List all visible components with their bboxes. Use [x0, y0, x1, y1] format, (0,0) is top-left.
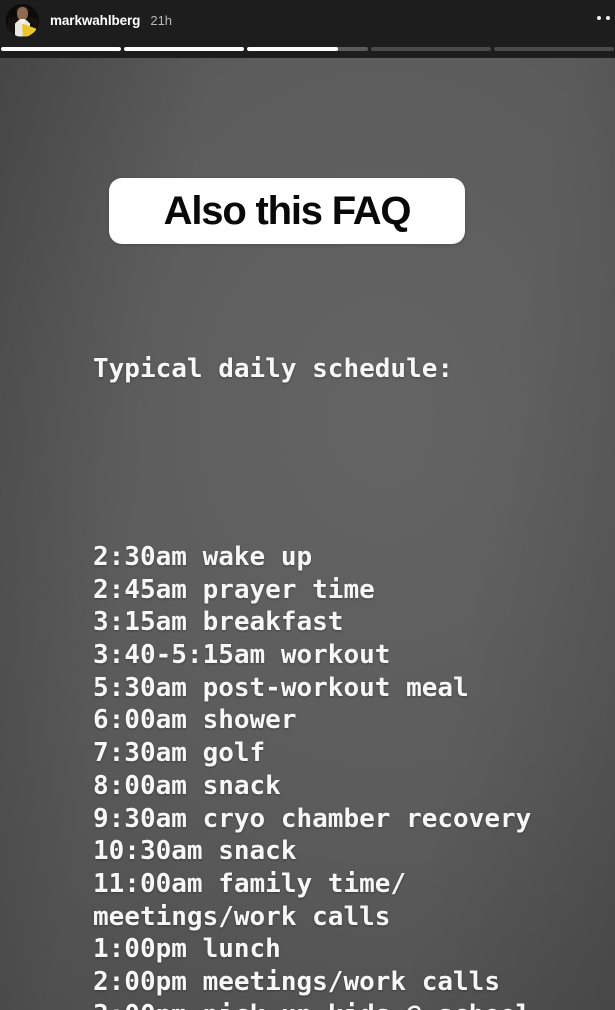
- progress-fill-1: [1, 47, 122, 51]
- story-author[interactable]: markwahlberg 21h: [6, 3, 172, 37]
- schedule-line: 11:00am family time/: [93, 868, 407, 899]
- schedule-line: 6:00am shower: [93, 705, 297, 736]
- progress-segment-2[interactable]: [124, 47, 245, 51]
- schedule-line: 2:30am wake up: [93, 541, 313, 572]
- schedule-line: 3:40-5:15am workout: [93, 640, 391, 671]
- more-dot-1: [597, 16, 601, 20]
- username-label[interactable]: markwahlberg: [50, 13, 140, 28]
- schedule-line: 5:30am post-workout meal: [93, 672, 469, 703]
- schedule-line: 3:15am breakfast: [93, 607, 344, 638]
- schedule-line: 10:30am snack: [93, 836, 297, 867]
- schedule-line: 3:00pm pick up kids @ school: [93, 999, 613, 1010]
- schedule-line: 7:30am golf: [93, 738, 266, 769]
- more-options-icon[interactable]: [597, 16, 615, 20]
- more-dot-2: [606, 16, 610, 20]
- schedule-line-list: 2:30am wake up 2:45am prayer time 3:15am b…: [93, 541, 613, 1010]
- daily-schedule-text: Typical daily schedule: 2:30am wake up 2:…: [93, 288, 613, 1010]
- schedule-line: 9:30am cryo chamber recovery: [93, 803, 532, 834]
- schedule-line: meetings/work calls: [93, 901, 391, 932]
- schedule-line: 8:00am snack: [93, 770, 281, 801]
- faq-banner: Also this FAQ: [109, 178, 465, 244]
- avatar-face: [17, 6, 28, 20]
- schedule-line: 1:00pm lunch: [93, 934, 281, 965]
- progress-segment-1[interactable]: [1, 47, 122, 51]
- instagram-story-viewer: markwahlberg 21h Also this FAQ Typical d…: [0, 0, 615, 1010]
- timestamp-label: 21h: [150, 12, 173, 28]
- progress-fill-2: [124, 47, 245, 51]
- progress-segment-4[interactable]: [370, 47, 491, 51]
- schedule-heading: Typical daily schedule:: [93, 354, 454, 385]
- progress-fill-3: [247, 47, 338, 51]
- schedule-spacer: [93, 452, 613, 476]
- profile-avatar[interactable]: [6, 3, 39, 37]
- schedule-line: 2:00pm meetings/work calls: [93, 967, 500, 998]
- story-content: Also this FAQ Typical daily schedule: 2:…: [0, 58, 615, 1010]
- schedule-line: 2:45am prayer time: [93, 574, 375, 605]
- progress-segment-3[interactable]: [247, 47, 368, 51]
- story-progress-bar: [0, 47, 615, 51]
- progress-segment-5[interactable]: [493, 47, 615, 51]
- faq-banner-text: Also this FAQ: [163, 189, 412, 233]
